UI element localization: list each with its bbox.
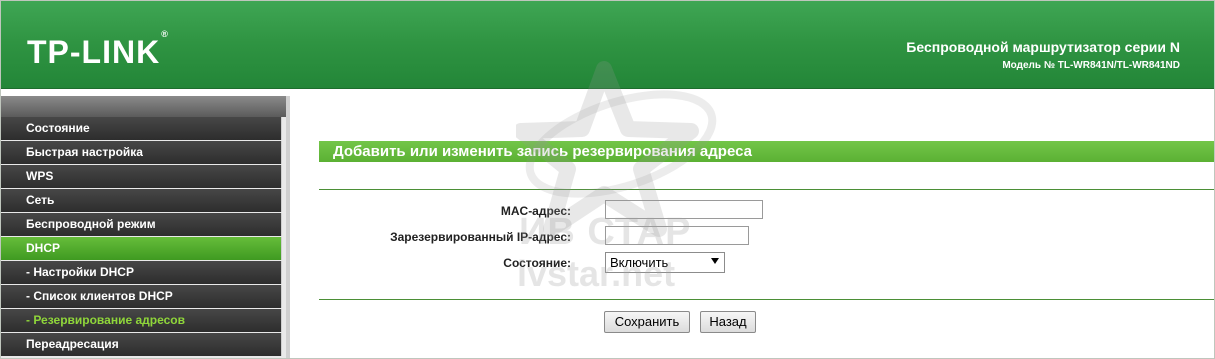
- router-admin-window: TP-LINK® Беспроводной маршрутизатор сери…: [0, 0, 1215, 359]
- sidebar-item-dhcp-settings[interactable]: - Настройки DHCP: [1, 261, 282, 284]
- top-divider: [319, 189, 1214, 190]
- save-button[interactable]: Сохранить: [604, 311, 690, 333]
- section-title: Добавить или изменить запись резервирова…: [319, 141, 1214, 162]
- sidebar-item-quick-setup[interactable]: Быстрая настройка: [1, 141, 282, 164]
- logo-registered-mark: ®: [161, 29, 169, 40]
- sidebar-item-forwarding[interactable]: Переадресация: [1, 333, 282, 356]
- bottom-divider: [319, 299, 1214, 300]
- tp-link-logo: TP-LINK®: [27, 29, 169, 71]
- sidebar-item-status[interactable]: Состояние: [1, 117, 282, 140]
- main-content: Добавить или изменить запись резервирова…: [290, 96, 1214, 358]
- watermark-text-url: ivstar.net: [517, 253, 676, 294]
- sidebar-item-dhcp[interactable]: DHCP: [1, 237, 282, 260]
- sidebar-item-network[interactable]: Сеть: [1, 189, 282, 212]
- sidebar-item-dhcp-clients[interactable]: - Список клиентов DHCP: [1, 285, 282, 308]
- product-title: Беспроводной маршрутизатор серии N: [906, 39, 1180, 55]
- chevron-down-icon: [711, 258, 719, 264]
- sidebar-item-address-reservation[interactable]: - Резервирование адресов: [1, 309, 282, 332]
- header-gap: [1, 89, 1214, 95]
- sidebar: Состояние Быстрая настройка WPS Сеть Бес…: [1, 96, 290, 358]
- sidebar-item-wps[interactable]: WPS: [1, 165, 282, 188]
- header-banner: TP-LINK® Беспроводной маршрутизатор сери…: [1, 1, 1214, 89]
- sidebar-menu: Состояние Быстрая настройка WPS Сеть Бес…: [1, 117, 282, 357]
- sidebar-top-bar: [1, 96, 286, 117]
- watermark-text-cyrillic: ИВ СТАР: [519, 211, 692, 253]
- logo-text: TP-LINK: [27, 34, 161, 70]
- model-number: Модель № TL-WR841N/TL-WR841ND: [1002, 60, 1180, 71]
- back-button[interactable]: Назад: [700, 311, 756, 333]
- sidebar-item-wireless[interactable]: Беспроводной режим: [1, 213, 282, 236]
